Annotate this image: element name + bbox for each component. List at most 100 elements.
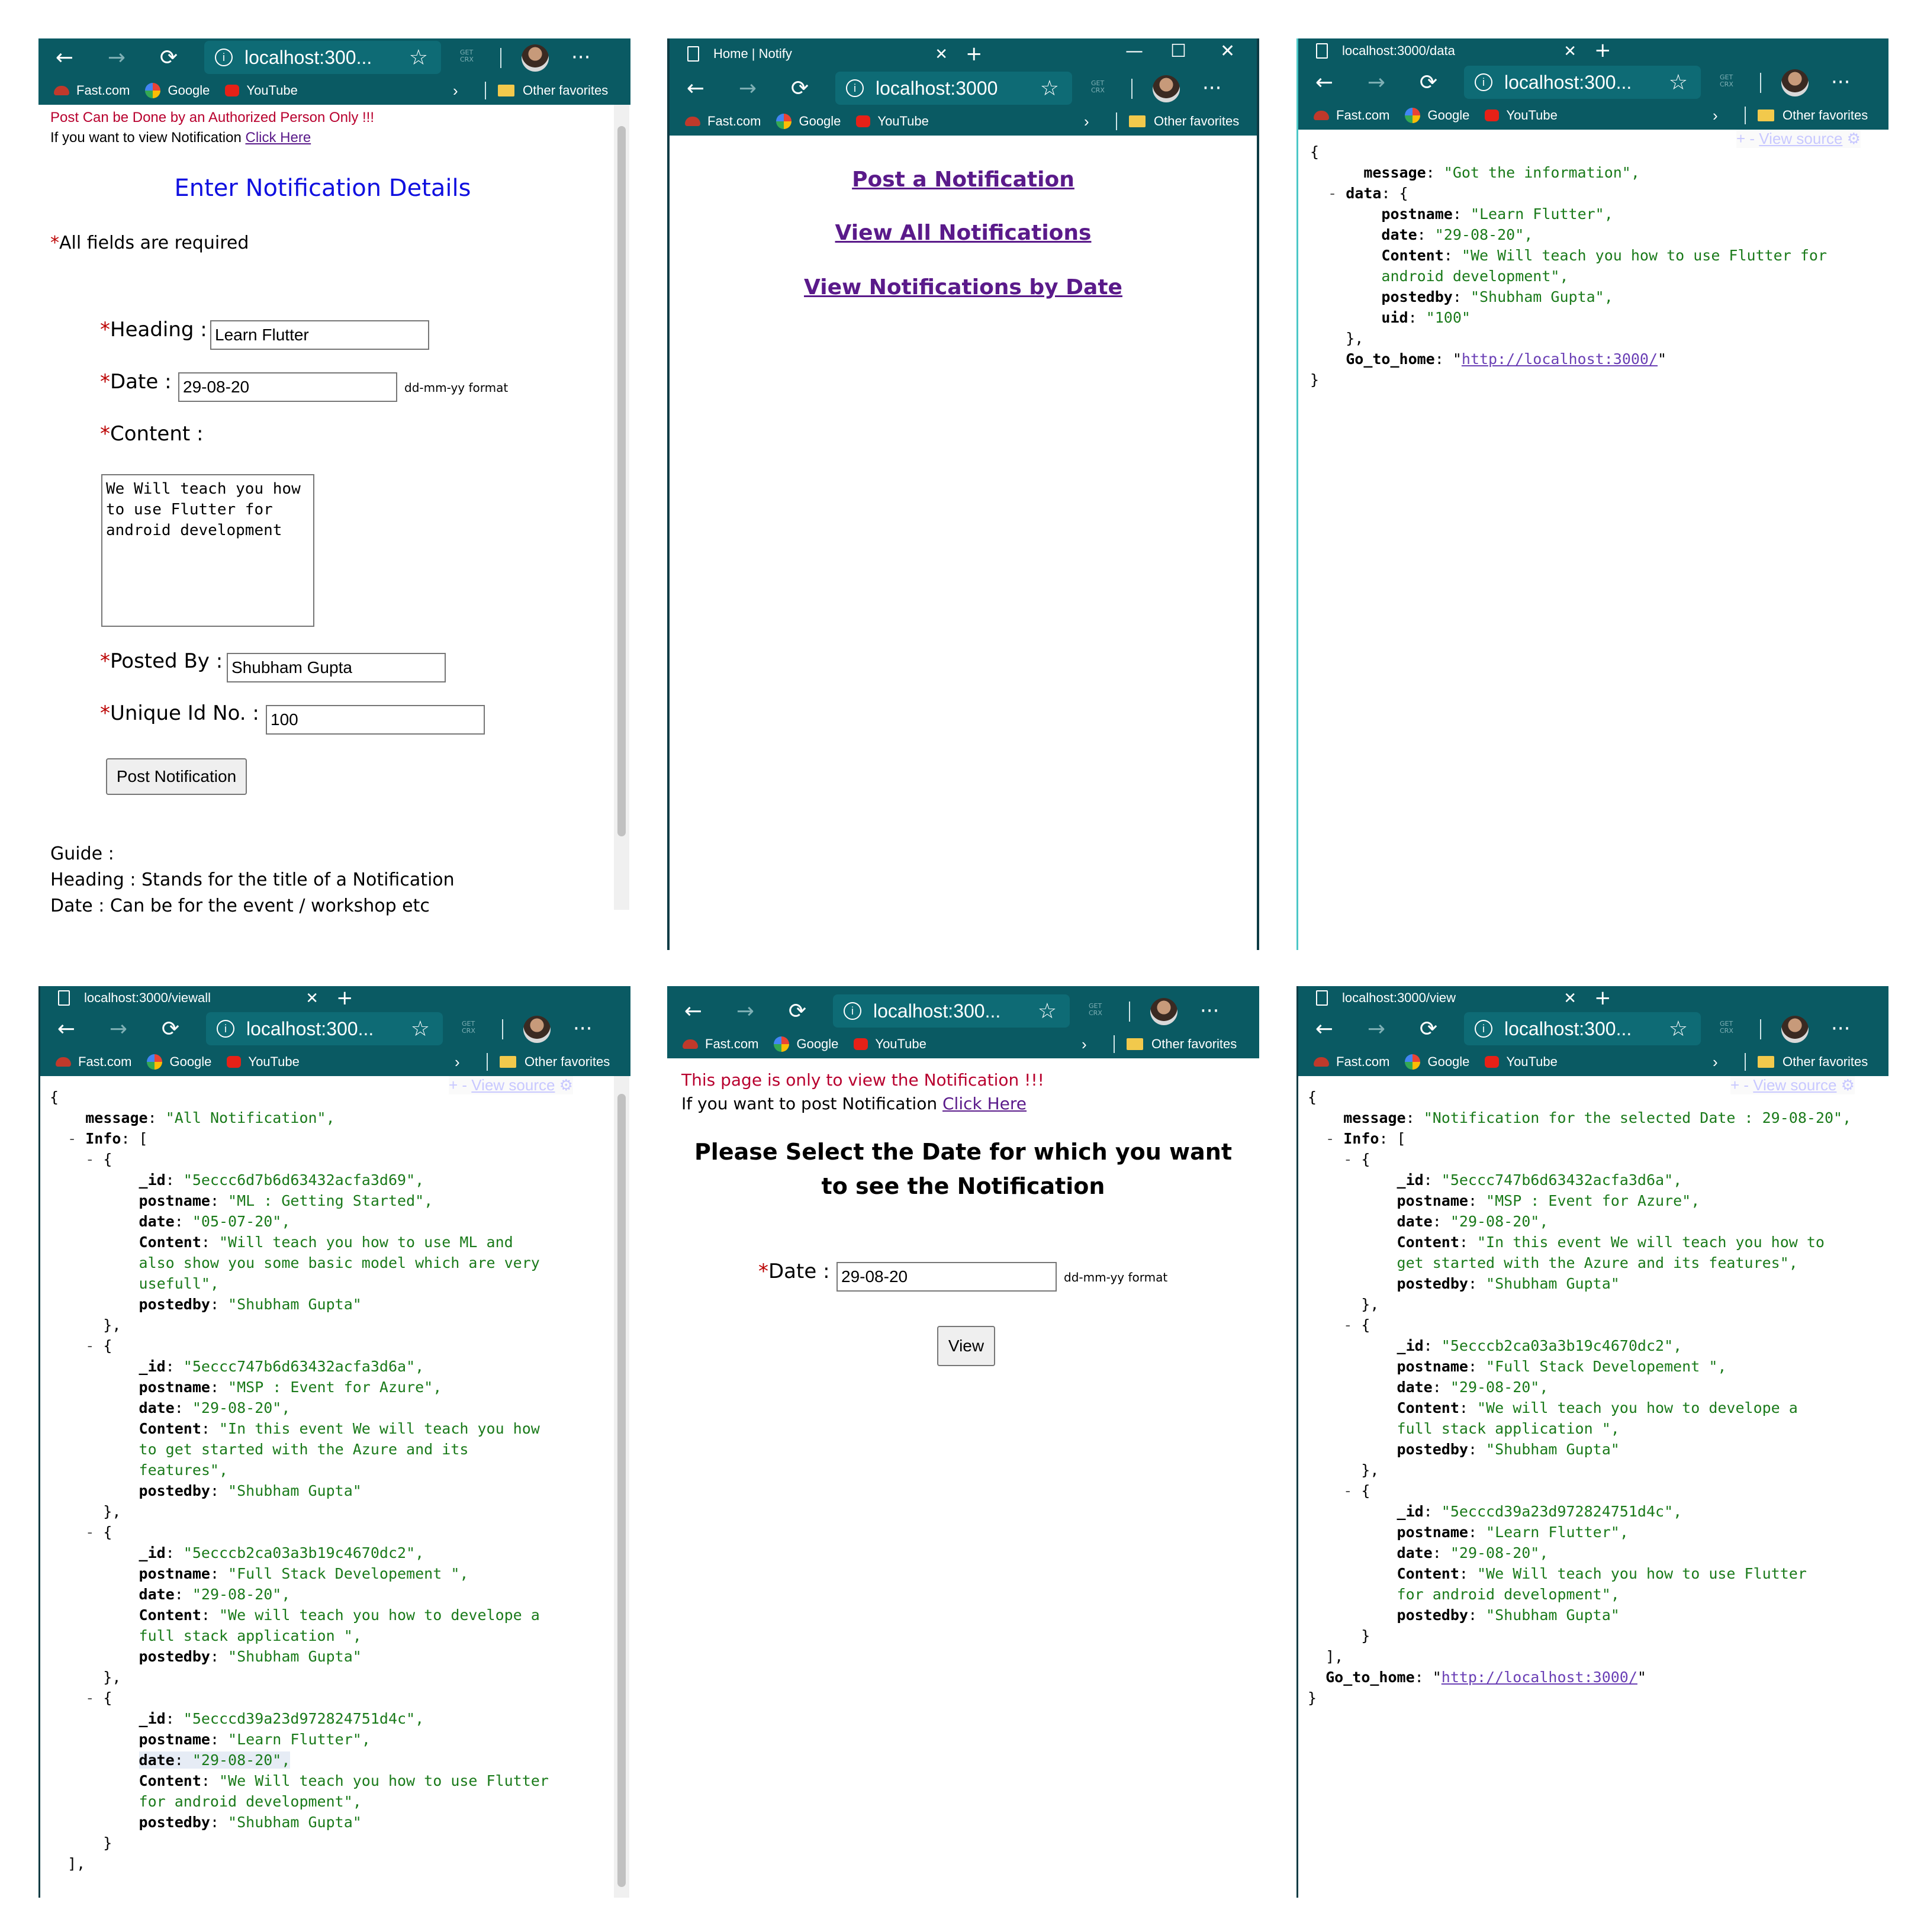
- more-menu-icon[interactable]: ···: [1200, 999, 1219, 1023]
- profile-avatar[interactable]: [1150, 998, 1177, 1025]
- forward-icon[interactable]: →: [1350, 1017, 1402, 1041]
- crx-icon[interactable]: GET CRX: [1091, 80, 1105, 94]
- info-icon[interactable]: i: [217, 1020, 234, 1038]
- more-menu-icon[interactable]: ···: [1831, 1017, 1850, 1041]
- view-button[interactable]: View: [937, 1326, 995, 1366]
- bookmark-youtube[interactable]: YouTube: [1485, 1054, 1558, 1070]
- profile-avatar[interactable]: [1153, 75, 1180, 102]
- tab-viewall[interactable]: localhost:3000/viewall ✕: [58, 986, 318, 1010]
- new-tab-icon[interactable]: +: [1594, 38, 1611, 62]
- bookmark-fast[interactable]: Fast.com: [1314, 108, 1389, 123]
- close-tab-icon[interactable]: ✕: [305, 989, 318, 1007]
- bookmark-fast[interactable]: Fast.com: [1314, 1054, 1389, 1070]
- forward-icon[interactable]: →: [1350, 70, 1402, 95]
- back-icon[interactable]: ←: [667, 999, 719, 1023]
- date-input[interactable]: 29-08-20: [178, 372, 397, 402]
- new-tab-icon[interactable]: +: [966, 42, 983, 66]
- info-icon[interactable]: i: [215, 49, 233, 66]
- profile-avatar[interactable]: [1781, 1016, 1809, 1043]
- view-by-date-link[interactable]: View Notifications by Date: [670, 275, 1257, 300]
- close-tab-icon[interactable]: ✕: [935, 45, 948, 63]
- bookmark-google[interactable]: Google: [774, 1036, 838, 1052]
- close-tab-icon[interactable]: ✕: [1563, 989, 1576, 1007]
- other-favorites[interactable]: Other favorites: [1758, 1054, 1868, 1070]
- crx-icon[interactable]: GET CRX: [1720, 1020, 1733, 1035]
- address-bar[interactable]: i localhost:300... ☆: [206, 1012, 443, 1045]
- heading-input[interactable]: Learn Flutter: [210, 320, 429, 350]
- tab-view[interactable]: localhost:3000/view ✕: [1316, 986, 1576, 1010]
- post-notification-link[interactable]: Click Here: [942, 1094, 1027, 1113]
- profile-avatar[interactable]: [522, 44, 549, 72]
- close-window-icon[interactable]: ✕: [1220, 41, 1235, 62]
- address-bar[interactable]: i localhost:300... ☆: [1464, 1012, 1701, 1045]
- crx-icon[interactable]: GET CRX: [460, 49, 474, 63]
- info-icon[interactable]: i: [844, 1002, 861, 1020]
- more-menu-icon[interactable]: ···: [1831, 70, 1850, 94]
- collapse-toggle[interactable]: -: [67, 1130, 76, 1147]
- post-notification-link[interactable]: Post a Notification: [670, 168, 1257, 192]
- other-favorites[interactable]: Other favorites: [500, 1054, 610, 1070]
- address-bar[interactable]: i localhost:300... ☆: [204, 41, 441, 74]
- collapse-toggle[interactable]: -: [85, 1151, 94, 1168]
- back-icon[interactable]: ←: [670, 76, 722, 101]
- forward-icon[interactable]: →: [719, 999, 771, 1023]
- crx-icon[interactable]: GET CRX: [1089, 1003, 1102, 1017]
- forward-icon[interactable]: →: [722, 76, 774, 101]
- collapse-toggle[interactable]: -: [1343, 1482, 1352, 1499]
- profile-avatar[interactable]: [1781, 69, 1809, 96]
- refresh-icon[interactable]: ⟳: [1402, 70, 1455, 95]
- home-url-link[interactable]: http://localhost:3000/: [1442, 1669, 1637, 1686]
- crx-icon[interactable]: GET CRX: [1720, 74, 1733, 88]
- new-tab-icon[interactable]: +: [1594, 986, 1611, 1010]
- collapse-toggle[interactable]: -: [1343, 1316, 1352, 1334]
- bookmark-google[interactable]: Google: [1405, 108, 1469, 123]
- back-icon[interactable]: ←: [1298, 1017, 1350, 1041]
- bookmark-google[interactable]: Google: [776, 114, 841, 129]
- more-menu-icon[interactable]: ···: [571, 46, 590, 69]
- bookmark-google[interactable]: Google: [145, 83, 210, 98]
- tab-data[interactable]: localhost:3000/data ✕: [1316, 38, 1576, 63]
- scroll-thumb[interactable]: [617, 126, 626, 836]
- tab-home[interactable]: Home | Notify ✕: [687, 38, 948, 69]
- bookmark-youtube[interactable]: YouTube: [225, 83, 298, 98]
- bookmark-fast[interactable]: Fast.com: [685, 114, 761, 129]
- refresh-icon[interactable]: ⟳: [774, 76, 826, 101]
- crx-icon[interactable]: GET CRX: [462, 1020, 475, 1035]
- refresh-icon[interactable]: ⟳: [143, 46, 195, 70]
- date-input[interactable]: 29-08-20: [836, 1262, 1057, 1292]
- favorite-star-icon[interactable]: ☆: [411, 1016, 430, 1041]
- refresh-icon[interactable]: ⟳: [1402, 1017, 1455, 1041]
- bookmark-fast[interactable]: Fast.com: [56, 1054, 131, 1070]
- uid-input[interactable]: 100: [266, 705, 485, 735]
- profile-avatar[interactable]: [523, 1016, 551, 1043]
- back-icon[interactable]: ←: [1298, 70, 1350, 95]
- maximize-icon[interactable]: ☐: [1170, 41, 1186, 62]
- collapse-toggle[interactable]: -: [1328, 185, 1337, 202]
- bookmark-youtube[interactable]: YouTube: [856, 114, 929, 129]
- bookmark-youtube[interactable]: YouTube: [854, 1036, 926, 1052]
- other-favorites[interactable]: Other favorites: [1758, 108, 1868, 123]
- back-icon[interactable]: ←: [40, 1017, 92, 1041]
- address-bar[interactable]: i localhost:300... ☆: [1464, 66, 1701, 99]
- collapse-toggle[interactable]: -: [85, 1524, 94, 1541]
- chevron-right-icon[interactable]: ›: [1713, 1053, 1718, 1071]
- favorite-star-icon[interactable]: ☆: [1669, 1016, 1688, 1041]
- post-notification-button[interactable]: Post Notification: [106, 758, 247, 795]
- minimize-icon[interactable]: —: [1125, 41, 1143, 62]
- collapse-toggle[interactable]: -: [85, 1337, 94, 1354]
- collapse-toggle[interactable]: -: [1325, 1130, 1334, 1147]
- forward-icon[interactable]: →: [91, 46, 143, 70]
- chevron-right-icon[interactable]: ›: [1084, 112, 1089, 131]
- view-all-notifications-link[interactable]: View All Notifications: [670, 221, 1257, 245]
- refresh-icon[interactable]: ⟳: [144, 1017, 197, 1041]
- refresh-icon[interactable]: ⟳: [771, 999, 823, 1023]
- other-favorites[interactable]: Other favorites: [1129, 114, 1239, 129]
- more-menu-icon[interactable]: ···: [1202, 76, 1221, 100]
- bookmark-google[interactable]: Google: [147, 1054, 211, 1070]
- new-tab-icon[interactable]: +: [336, 986, 353, 1010]
- postedby-input[interactable]: Shubham Gupta: [227, 653, 446, 682]
- address-bar[interactable]: i localhost:3000 ☆: [835, 72, 1072, 105]
- bookmark-fast[interactable]: Fast.com: [54, 83, 130, 98]
- collapse-toggle[interactable]: -: [1343, 1151, 1352, 1168]
- content-textarea[interactable]: We Will teach you how to use Flutter for…: [101, 474, 314, 627]
